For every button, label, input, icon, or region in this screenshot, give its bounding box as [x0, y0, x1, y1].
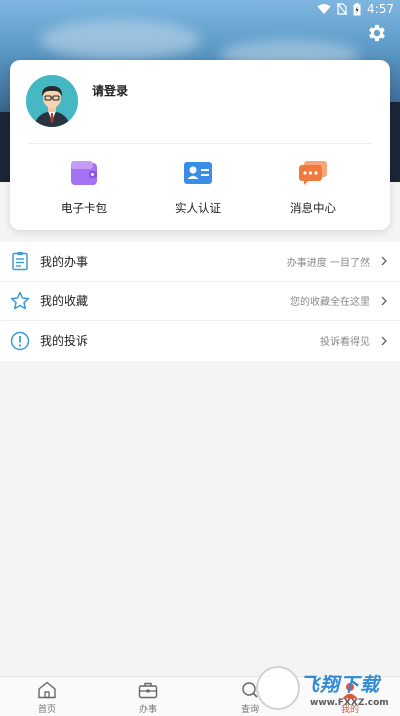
quick-action-wallet[interactable]: 电子卡包 — [39, 160, 129, 216]
tab-label: 我的 — [340, 705, 359, 715]
search-icon — [242, 682, 258, 698]
status-bar: 4:57 — [0, 0, 400, 18]
id-card-icon — [184, 162, 212, 184]
tab-label: 首页 — [37, 705, 56, 715]
star-icon — [10, 291, 30, 310]
battery-icon — [353, 2, 361, 15]
chevron-right-icon — [381, 256, 387, 266]
status-time: 4:57 — [367, 2, 394, 16]
chevron-right-icon — [381, 296, 387, 306]
briefcase-icon — [138, 682, 158, 699]
tab-affairs[interactable]: 办事 — [118, 681, 178, 715]
gear-icon[interactable] — [366, 22, 388, 44]
menu-item-desc: 您的收藏全在这里 — [290, 297, 370, 309]
tab-query[interactable]: 查询 — [220, 681, 280, 715]
tab-home[interactable]: 首页 — [17, 681, 77, 715]
no-sim-icon — [337, 3, 348, 15]
avatar[interactable] — [26, 75, 78, 127]
chevron-right-icon — [381, 336, 387, 346]
menu-item-my-complaints[interactable]: 我的投诉 投诉看得见 — [0, 321, 400, 361]
message-icon — [299, 161, 327, 185]
menu-item-title: 我的办事 — [40, 254, 89, 269]
user-icon — [342, 683, 358, 699]
menu-item-title: 我的投诉 — [40, 334, 89, 349]
menu-item-desc: 办事进度 一目了然 — [286, 257, 370, 269]
wifi-icon — [317, 4, 331, 14]
tab-label: 查询 — [240, 705, 259, 715]
menu-item-my-affairs[interactable]: 我的办事 办事进度 一目了然 — [0, 242, 400, 282]
menu-list: 我的办事 办事进度 一目了然 我的收藏 您的收藏全在这里 我的投诉 投诉看得见 — [0, 242, 400, 361]
alert-icon — [10, 331, 30, 350]
quick-action-label: 实人认证 — [175, 201, 221, 215]
wallet-icon — [71, 161, 97, 185]
home-icon — [38, 681, 56, 699]
user-avatar-icon — [26, 75, 78, 127]
quick-action-verification[interactable]: 实人认证 — [153, 160, 243, 216]
quick-action-label: 消息中心 — [290, 201, 336, 215]
menu-item-title: 我的收藏 — [40, 294, 89, 309]
quick-action-label: 电子卡包 — [61, 201, 107, 215]
profile-card: 请登录 电子卡包 实人认证 消息中心 — [10, 60, 390, 230]
bottom-tab-bar: 首页 办事 查询 我的 — [0, 676, 400, 716]
tab-label: 办事 — [138, 705, 157, 715]
menu-item-my-favorites[interactable]: 我的收藏 您的收藏全在这里 — [0, 282, 400, 321]
login-prompt[interactable]: 请登录 — [92, 82, 128, 99]
quick-action-messages[interactable]: 消息中心 — [268, 160, 358, 216]
card-divider — [28, 143, 372, 144]
menu-item-desc: 投诉看得见 — [320, 337, 370, 349]
clipboard-icon — [12, 252, 28, 271]
tab-mine[interactable]: 我的 — [320, 681, 380, 715]
